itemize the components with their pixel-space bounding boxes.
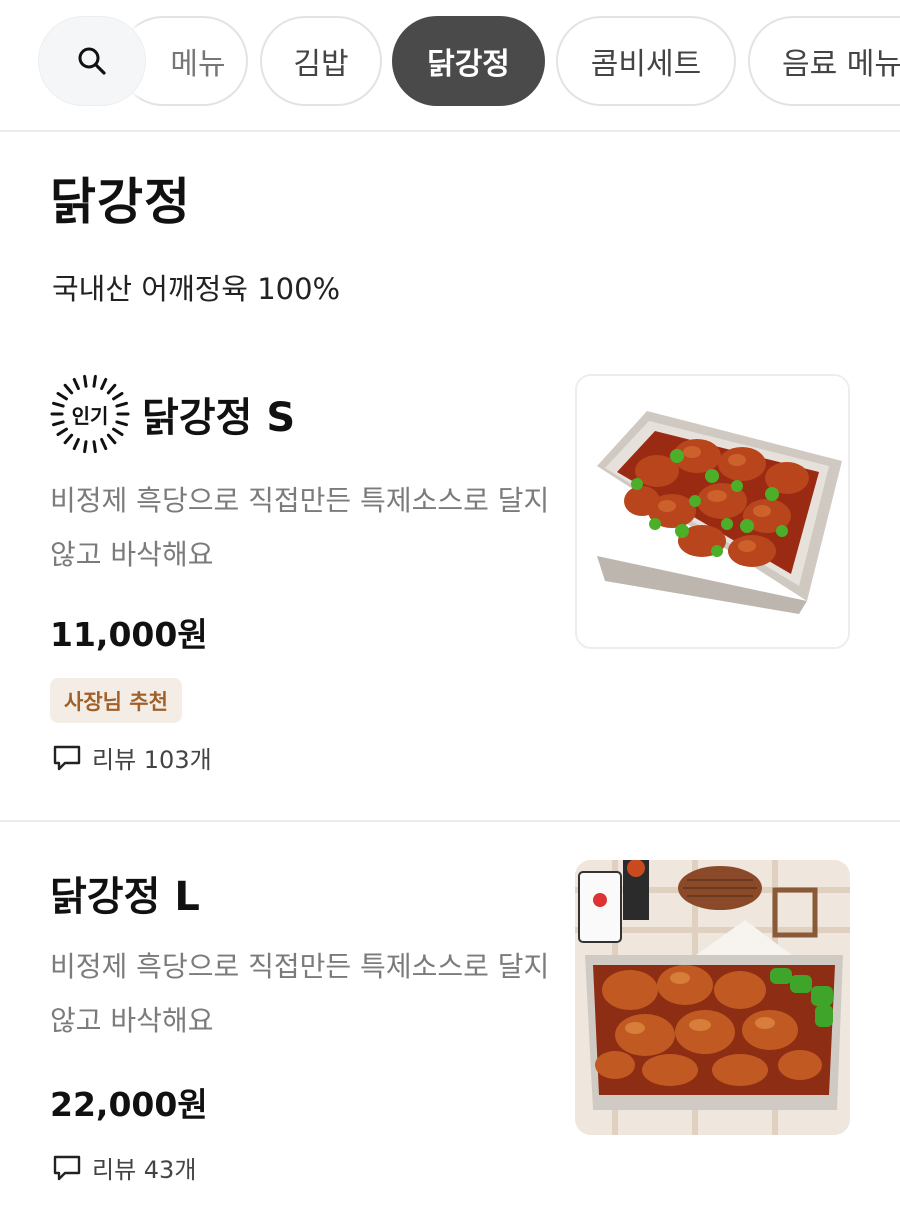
review-count: 리뷰 43개 [52,1150,196,1185]
tab-kimbap[interactable]: 김밥 [260,16,382,106]
menu-item-card[interactable]: 닭강정 L 비정제 흑당으로 직접만든 특제소스로 달지않고 바삭해요 22,0… [0,824,900,1220]
tab-label: 닭강정 [427,47,510,82]
menu-item-card[interactable]: 인기 닭강정 S 비정제 흑당으로 직접만든 특제소스로 달지않고 바삭해요 1… [0,360,900,822]
popular-badge-label: 인기 [71,403,109,428]
item-price: 22,000원 [50,1085,208,1124]
review-count-label: 리뷰 43개 [92,1156,197,1184]
item-photo[interactable] [575,860,850,1135]
comment-icon [53,1155,81,1180]
item-description: 비정제 흑당으로 직접만든 특제소스로 달지않고 바삭해요 [50,484,550,571]
item-description: 비정제 흑당으로 직접만든 특제소스로 달지않고 바삭해요 [50,950,550,1037]
item-name-row: 인기 닭강정 S [50,374,295,454]
item-name: 닭강정 L [50,874,200,920]
item-name-row: 닭강정 L [50,864,200,922]
search-button[interactable] [38,16,146,106]
section-description: 국내산 어깨정육 100% [52,272,341,306]
tab-dakgangjeong[interactable]: 닭강정 [392,16,545,106]
chicken-tray-image [577,376,848,647]
chicken-box-image [575,860,850,1135]
section-title: 닭강정 [50,173,191,231]
item-price: 11,000원 [50,615,208,654]
tab-label: 음료 메뉴 [782,47,900,82]
item-name: 닭강정 S [142,395,296,441]
category-tab-bar: 메뉴 김밥 닭강정 콤비세트 음료 메뉴 [0,0,900,132]
review-count-label: 리뷰 103개 [92,746,212,774]
search-icon [78,47,106,75]
tab-label: 콤비세트 [590,47,702,82]
tab-label: 메뉴 [170,47,226,82]
review-count: 리뷰 103개 [52,740,212,775]
comment-icon [53,745,81,770]
owner-recommend-tag: 사장님 추천 [50,678,182,723]
item-photo[interactable] [575,374,850,649]
tab-label: 김밥 [293,47,349,82]
popular-badge: 인기 [50,374,130,454]
tab-drink-menu[interactable]: 음료 메뉴 [748,16,900,106]
tab-combo-set[interactable]: 콤비세트 [556,16,736,106]
